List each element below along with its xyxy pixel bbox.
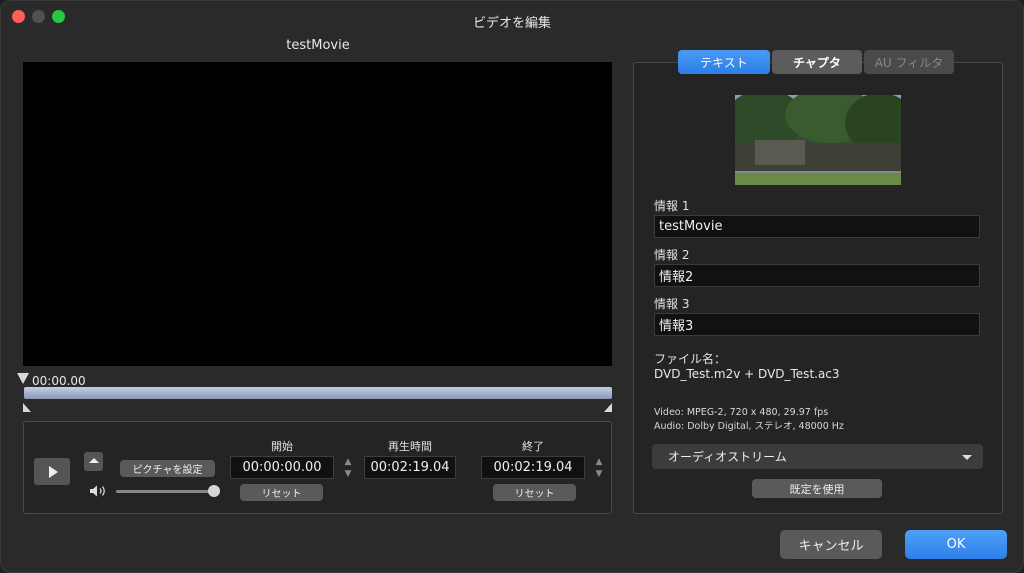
reset-end-button[interactable]: リセット	[493, 484, 576, 501]
start-label: 開始	[271, 440, 293, 453]
video-preview	[23, 62, 612, 366]
audio-info: Audio: Dolby Digital, ステレオ, 48000 Hz	[654, 421, 844, 432]
cancel-button[interactable]: キャンセル	[780, 530, 882, 559]
info-1-field[interactable]: testMovie	[654, 215, 980, 238]
file-name-label: ファイル名：	[654, 352, 727, 366]
end-label: 終了	[522, 440, 544, 453]
info-2-label: 情報 2	[654, 248, 690, 262]
end-time-field[interactable]: 00:02:19.04	[481, 456, 585, 479]
set-picture-button[interactable]: ピクチャを設定	[120, 460, 215, 477]
play-button[interactable]	[34, 458, 70, 485]
tab-chapter[interactable]: チャプタ	[772, 50, 862, 74]
eject-icon	[88, 457, 99, 463]
reset-start-button[interactable]: リセット	[240, 484, 323, 501]
info-2-field[interactable]: 情報2	[654, 264, 980, 287]
start-stepper[interactable]: ▲ ▼	[343, 456, 353, 482]
current-time: 00:00.00	[32, 374, 86, 388]
speaker-icon	[89, 484, 109, 502]
tab-au-filter: AU フィルタ	[864, 50, 954, 74]
tab-bar: テキスト チャプタ AU フィルタ	[678, 50, 954, 74]
trim-end-handle[interactable]	[604, 403, 612, 412]
eject-button[interactable]	[84, 452, 103, 471]
trim-start-handle[interactable]	[23, 403, 31, 412]
video-thumbnail	[735, 95, 901, 185]
volume-slider-knob[interactable]	[208, 485, 220, 497]
playback-controls: ピクチャを設定 開始 00:00:00.00 ▲ ▼ 再生時間 00:02:19.…	[23, 421, 612, 514]
volume-slider[interactable]	[116, 490, 214, 493]
chevron-down-icon	[962, 455, 972, 460]
title-bar: ビデオを編集	[1, 1, 1023, 35]
window-title: ビデオを編集	[472, 16, 551, 31]
ok-button[interactable]: OK	[905, 530, 1007, 559]
video-info: Video: MPEG-2, 720 x 480, 29.97 fps	[654, 407, 829, 418]
edit-video-window: ビデオを編集 testMovie 00:00.00 ピクチャを設定 開始 00:…	[0, 0, 1024, 573]
end-stepper[interactable]: ▲ ▼	[594, 456, 604, 482]
timeline-bar[interactable]	[24, 387, 612, 399]
playhead-marker[interactable]	[17, 373, 29, 384]
play-icon	[48, 465, 58, 478]
info-3-field[interactable]: 情報3	[654, 313, 980, 336]
start-time-field[interactable]: 00:00:00.00	[230, 456, 334, 479]
audio-stream-select[interactable]: オーディオストリーム	[652, 444, 983, 469]
file-name-value: DVD_Test.m2v + DVD_Test.ac3	[654, 367, 840, 381]
movie-title: testMovie	[286, 38, 350, 53]
info-1-label: 情報 1	[654, 199, 690, 213]
duration-field: 00:02:19.04	[364, 456, 456, 479]
audio-stream-value: オーディオストリーム	[668, 450, 787, 464]
info-3-label: 情報 3	[654, 297, 690, 311]
duration-label: 再生時間	[388, 440, 432, 453]
use-default-button[interactable]: 既定を使用	[752, 479, 882, 498]
tab-text[interactable]: テキスト	[678, 50, 770, 74]
